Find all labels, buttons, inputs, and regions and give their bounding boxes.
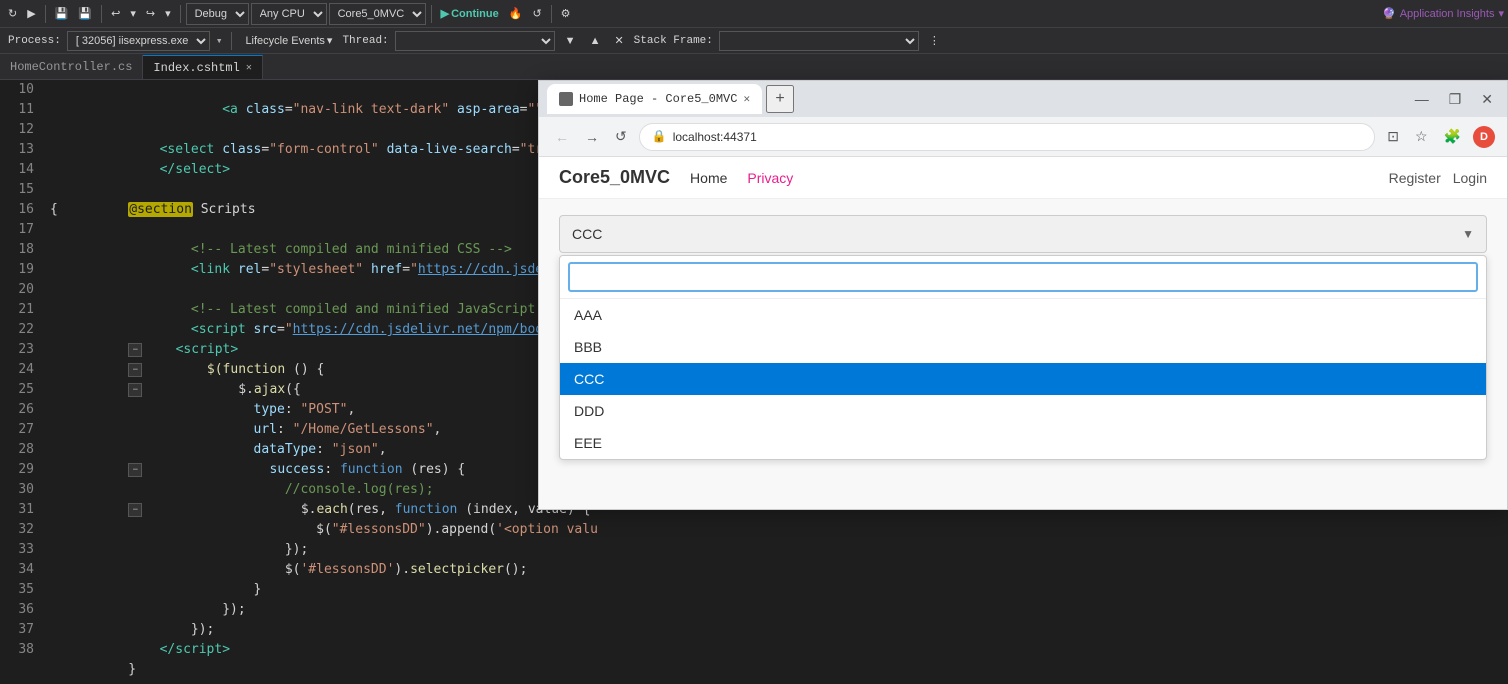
browser-overlay: Home Page - Core5_0MVC ✕ + — ❐ ✕ ← → ↺ 🔒… — [538, 80, 1508, 510]
continue-btn[interactable]: ▶ Continue — [437, 5, 503, 22]
lifecycle-btn[interactable]: Lifecycle Events ▾ — [241, 32, 336, 49]
redo-btn[interactable]: ↪ — [142, 5, 159, 22]
app-insights-dropdown-arrow: ▾ — [1498, 7, 1504, 20]
sep-3 — [180, 5, 181, 23]
undo-btn[interactable]: ↩ — [107, 5, 124, 22]
stack-frame-select[interactable] — [719, 31, 919, 51]
app-insights-btn[interactable]: 🔮 Application Insights ▾ — [1382, 7, 1504, 20]
stack-more-btn[interactable]: ⋮ — [925, 32, 944, 49]
browser-reload-btn[interactable]: ↺ — [611, 124, 631, 149]
filter-btn[interactable]: ▼ — [561, 33, 580, 49]
browser-bookmark-btn[interactable]: ☆ — [1411, 124, 1432, 149]
browser-cast-btn[interactable]: ⊡ — [1383, 124, 1403, 149]
save-btn[interactable]: 💾 — [51, 5, 73, 22]
tab-bar: HomeController.cs Index.cshtml ✕ — [0, 54, 1508, 80]
browser-tab-title: Home Page - Core5_0MVC — [579, 92, 737, 106]
browser-restore-btn[interactable]: ❐ — [1443, 89, 1468, 110]
redo-dropdown[interactable]: ▾ — [161, 5, 175, 22]
process-bar: Process: [ 32056] iisexpress.exe ▾ Lifec… — [0, 28, 1508, 54]
sep-p1 — [231, 32, 232, 50]
nav-register-link[interactable]: Register — [1389, 170, 1441, 186]
sep-4 — [431, 5, 432, 23]
dropdown-popup: AAA BBB CCC DDD EEE — [559, 255, 1487, 460]
stack-frame-label: Stack Frame: — [634, 35, 713, 47]
select-box-value: CCC — [572, 226, 1462, 242]
filter-x-btn[interactable]: ✕ — [610, 32, 627, 49]
cpu-dropdown[interactable]: Any CPU — [251, 3, 327, 25]
dropdown-item-bbb[interactable]: BBB — [560, 331, 1486, 363]
browser-window-buttons: — ❐ ✕ — [1409, 89, 1499, 110]
tab-home-controller[interactable]: HomeController.cs — [0, 55, 143, 79]
select-box-arrow-icon: ▼ — [1462, 227, 1474, 241]
sep-2 — [101, 5, 102, 23]
toolbar-icon-1[interactable]: ▶ — [23, 5, 39, 22]
select-box[interactable]: CCC ▼ — [559, 215, 1487, 253]
browser-lock-icon: 🔒 — [652, 129, 667, 144]
project-dropdown[interactable]: Core5_0MVC — [329, 3, 426, 25]
toolbar-right: 🔮 Application Insights ▾ — [1382, 7, 1504, 20]
browser-address-bar: ← → ↺ 🔒 localhost:44371 ⊡ ☆ 🧩 D — [539, 117, 1507, 157]
browser-new-tab-btn[interactable]: + — [766, 85, 794, 113]
site-brand: Core5_0MVC — [559, 167, 670, 188]
browser-minimize-btn[interactable]: — — [1409, 89, 1435, 109]
browser-url-text: localhost:44371 — [673, 130, 757, 144]
browser-title-bar: Home Page - Core5_0MVC ✕ + — ❐ ✕ — [539, 81, 1507, 117]
browser-content: Core5_0MVC Home Privacy Register Login C… — [539, 157, 1507, 509]
tab-home-controller-label: HomeController.cs — [10, 60, 132, 74]
browser-tab-close-icon[interactable]: ✕ — [743, 92, 750, 106]
browser-tab-favicon — [559, 92, 573, 106]
browser-extension-btn[interactable]: 🧩 — [1440, 124, 1465, 149]
restart-btn[interactable]: ↺ — [528, 5, 545, 22]
browser-forward-btn[interactable]: → — [581, 125, 603, 149]
top-toolbar: ↻ ▶ 💾 💾 ↩ ▾ ↪ ▾ Debug Any CPU Core5_0MVC… — [0, 0, 1508, 28]
tab-index-close-icon[interactable]: ✕ — [246, 62, 252, 74]
browser-url-bar[interactable]: 🔒 localhost:44371 — [639, 123, 1376, 151]
code-line-37: </script> — [50, 620, 1508, 640]
browser-close-btn[interactable]: ✕ — [1475, 89, 1499, 110]
dropdown-search — [560, 256, 1486, 299]
code-line-35: }); — [50, 580, 1508, 600]
nav-link-privacy[interactable]: Privacy — [747, 170, 793, 186]
dropdown-item-eee[interactable]: EEE — [560, 427, 1486, 459]
line-numbers: 10 11 12 13 14 15 16 17 18 19 20 21 22 2… — [0, 80, 42, 684]
fold-22[interactable]: − — [128, 343, 142, 357]
hot-reload-btn[interactable]: 🔥 — [505, 5, 527, 22]
thread-label: Thread: — [342, 35, 388, 47]
fold-24[interactable]: − — [128, 383, 142, 397]
process-label: Process: — [8, 35, 61, 47]
nav-login-link[interactable]: Login — [1453, 170, 1487, 186]
fold-28[interactable]: − — [128, 463, 142, 477]
dropdown-item-ddd[interactable]: DDD — [560, 395, 1486, 427]
app-insights-icon: 🔮 — [1382, 7, 1396, 20]
browser-tab[interactable]: Home Page - Core5_0MVC ✕ — [547, 84, 762, 114]
thread-select[interactable] — [395, 31, 555, 51]
tab-index-cshtml[interactable]: Index.cshtml ✕ — [143, 55, 262, 79]
app-insights-label: Application Insights — [1400, 8, 1495, 20]
site-nav-right: Register Login — [1389, 170, 1487, 186]
nav-link-home[interactable]: Home — [690, 170, 727, 186]
process-select[interactable]: [ 32056] iisexpress.exe — [67, 31, 210, 51]
process-dropdown-arrow: ▾ — [216, 34, 223, 48]
filter-up-btn[interactable]: ▲ — [586, 33, 605, 49]
dropdown-area: CCC ▼ AAA BBB CCC DDD EEE — [539, 199, 1507, 476]
config-dropdown[interactable]: Debug — [186, 3, 249, 25]
debug-tools-btn[interactable]: ⚙ — [557, 5, 575, 22]
sep-1 — [45, 5, 46, 23]
browser-profile-avatar[interactable]: D — [1473, 126, 1495, 148]
code-line-38: } — [50, 640, 1508, 660]
code-line-36: }); — [50, 600, 1508, 620]
dropdown-item-aaa[interactable]: AAA — [560, 299, 1486, 331]
undo-dropdown[interactable]: ▾ — [126, 5, 140, 22]
main-area: 10 11 12 13 14 15 16 17 18 19 20 21 22 2… — [0, 80, 1508, 684]
website-nav: Core5_0MVC Home Privacy Register Login — [539, 157, 1507, 199]
fold-23[interactable]: − — [128, 363, 142, 377]
sep-5 — [551, 5, 552, 23]
save-all-btn[interactable]: 💾 — [74, 5, 96, 22]
browser-back-btn[interactable]: ← — [551, 125, 573, 149]
dropdown-search-input[interactable] — [568, 262, 1478, 292]
tab-index-cshtml-label: Index.cshtml — [153, 61, 239, 75]
fold-30[interactable]: − — [128, 503, 142, 517]
dropdown-item-ccc[interactable]: CCC — [560, 363, 1486, 395]
back-btn[interactable]: ↻ — [4, 5, 21, 22]
